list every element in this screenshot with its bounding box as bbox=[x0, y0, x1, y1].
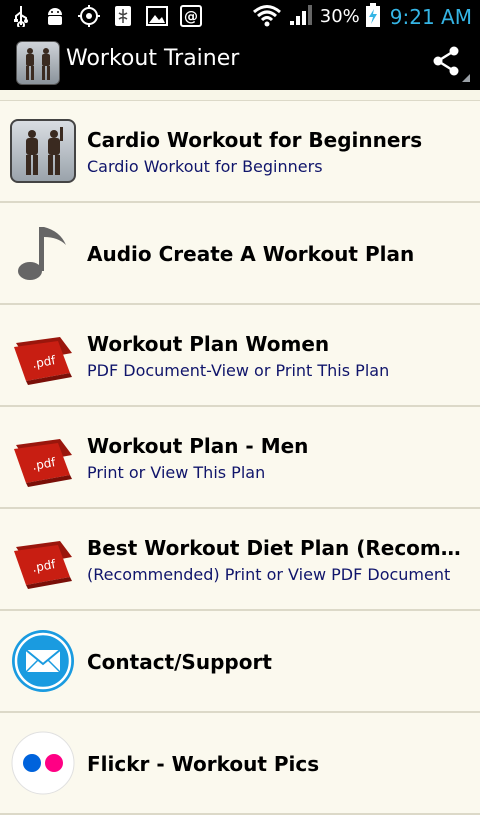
list-item-cardio-workout[interactable]: Cardio Workout for Beginners Cardio Work… bbox=[0, 101, 480, 203]
workout-photo-icon bbox=[10, 119, 76, 183]
item-subtitle: (Recommended) Print or View PDF Document bbox=[87, 565, 451, 584]
battery-percent: 30% bbox=[319, 6, 360, 27]
overflow-indicator bbox=[462, 74, 470, 82]
item-subtitle: Print or View This Plan bbox=[87, 463, 266, 482]
notification-icons: @ bbox=[8, 4, 204, 28]
android-debug-icon bbox=[42, 4, 68, 28]
music-note-icon bbox=[10, 221, 76, 285]
email-at-icon: @ bbox=[178, 4, 204, 28]
pdf-icon: .pdf bbox=[10, 425, 76, 489]
share-icon bbox=[433, 46, 459, 76]
clock: 9:21 AM bbox=[389, 4, 472, 29]
item-subtitle: Cardio Workout for Beginners bbox=[87, 157, 323, 176]
gallery-icon bbox=[144, 4, 170, 28]
app-logo-icon[interactable] bbox=[16, 41, 60, 85]
item-title: Workout Plan - Men bbox=[87, 434, 309, 458]
list-item-workout-plan-men[interactable]: .pdf Workout Plan - Men Print or View Th… bbox=[0, 407, 480, 509]
medical-app-icon bbox=[110, 4, 136, 28]
item-title: Audio Create A Workout Plan bbox=[87, 242, 415, 266]
gps-target-icon bbox=[76, 4, 102, 28]
action-bar: Workout Trainer bbox=[0, 33, 480, 90]
pdf-icon: .pdf bbox=[10, 527, 76, 591]
item-subtitle: PDF Document-View or Print This Plan bbox=[87, 361, 390, 380]
flickr-icon bbox=[10, 731, 76, 795]
pdf-icon: .pdf bbox=[10, 323, 76, 387]
app-title: Workout Trainer bbox=[66, 46, 240, 71]
status-bar: @ 30% 9:21 AM bbox=[0, 0, 480, 33]
list-item-workout-plan-women[interactable]: .pdf Workout Plan Women PDF Document-Vie… bbox=[0, 305, 480, 407]
share-button[interactable] bbox=[428, 43, 464, 79]
list-item-audio-plan[interactable]: Audio Create A Workout Plan bbox=[0, 203, 480, 305]
mail-icon bbox=[10, 629, 76, 693]
item-title: Cardio Workout for Beginners bbox=[87, 128, 423, 152]
signal-strength-icon bbox=[288, 3, 314, 31]
list-item-contact-support[interactable]: Contact/Support bbox=[0, 611, 480, 713]
item-title: Contact/Support bbox=[87, 650, 272, 674]
item-title: Workout Plan Women bbox=[87, 332, 330, 356]
battery-charging-icon bbox=[365, 2, 380, 31]
usb-icon bbox=[8, 4, 34, 28]
svg-text:@: @ bbox=[184, 9, 198, 25]
item-title: Best Workout Diet Plan (Recomm… bbox=[87, 536, 465, 560]
wifi-icon bbox=[252, 3, 282, 31]
workout-menu-list: Cardio Workout for Beginners Cardio Work… bbox=[0, 101, 480, 815]
item-title: Flickr - Workout Pics bbox=[87, 752, 320, 776]
list-item-diet-plan[interactable]: .pdf Best Workout Diet Plan (Recomm… (Re… bbox=[0, 509, 480, 611]
